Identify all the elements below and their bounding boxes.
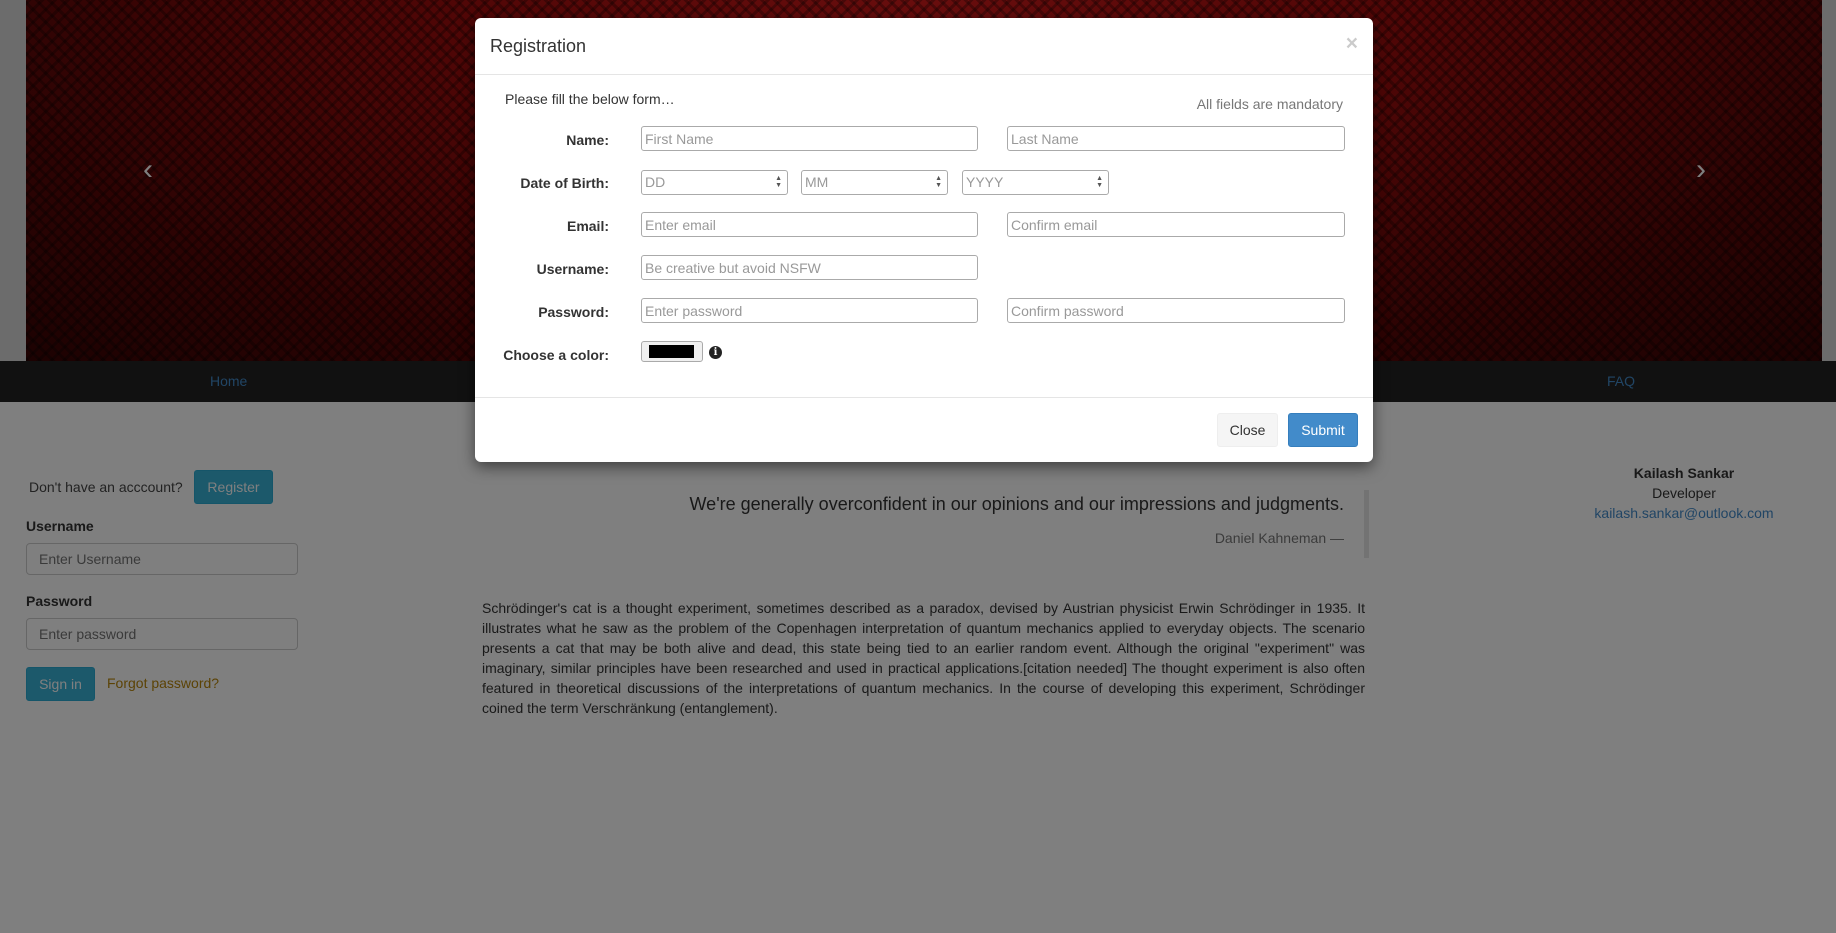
modal-title: Registration	[490, 36, 587, 56]
submit-button[interactable]: Submit	[1288, 413, 1358, 447]
name-label: Name:	[566, 132, 609, 148]
color-picker[interactable]	[641, 341, 703, 362]
spinner-icon[interactable]: ▲ ▼	[935, 175, 942, 189]
dob-day-input[interactable]: DD ▲ ▼	[641, 170, 788, 195]
dob-month-input[interactable]: MM ▲ ▼	[801, 170, 948, 195]
form-intro: Please fill the below form…	[505, 91, 675, 107]
color-swatch-fill	[649, 345, 694, 358]
info-icon[interactable]: i	[709, 346, 722, 359]
modal-footer: Close Submit	[475, 397, 1373, 463]
email-label: Email:	[566, 218, 609, 234]
first-name-input[interactable]	[641, 126, 978, 151]
dob-label: Date of Birth:	[520, 175, 609, 191]
spin-down-icon[interactable]: ▼	[775, 182, 782, 189]
email-input[interactable]	[641, 212, 978, 237]
dob-month-placeholder: MM	[805, 174, 829, 190]
modal-header: Registration ×	[475, 18, 1373, 75]
spinner-icon[interactable]: ▲ ▼	[1096, 175, 1103, 189]
username-form-label: Username:	[536, 261, 609, 277]
username-input[interactable]	[641, 255, 978, 280]
color-label: Choose a color:	[503, 347, 609, 363]
spin-down-icon[interactable]: ▼	[935, 182, 942, 189]
password-input[interactable]	[641, 298, 978, 323]
registration-modal: Registration × Please fill the below for…	[475, 18, 1373, 462]
close-button[interactable]: Close	[1217, 413, 1278, 447]
dob-year-placeholder: YYYY	[966, 174, 1004, 190]
confirm-email-input[interactable]	[1007, 212, 1345, 237]
spinner-icon[interactable]: ▲ ▼	[775, 175, 782, 189]
dob-day-placeholder: DD	[645, 174, 666, 190]
dob-year-input[interactable]: YYYY ▲ ▼	[962, 170, 1109, 195]
password-form-label: Password:	[538, 304, 609, 320]
mandatory-note: All fields are mandatory	[1196, 96, 1343, 112]
spin-up-icon[interactable]: ▲	[1096, 175, 1103, 182]
confirm-password-input[interactable]	[1007, 298, 1345, 323]
spin-down-icon[interactable]: ▼	[1096, 182, 1103, 189]
spin-up-icon[interactable]: ▲	[935, 175, 942, 182]
close-icon[interactable]: ×	[1346, 32, 1358, 56]
last-name-input[interactable]	[1007, 126, 1345, 151]
spin-up-icon[interactable]: ▲	[775, 175, 782, 182]
